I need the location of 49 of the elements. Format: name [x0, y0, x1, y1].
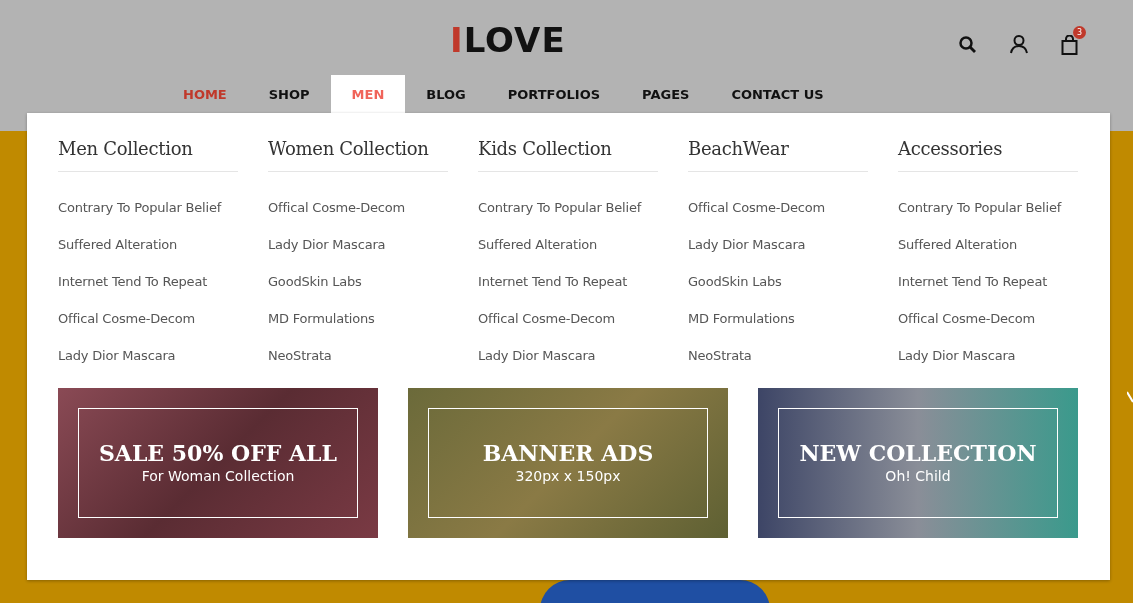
- search-icon[interactable]: [958, 34, 977, 54]
- menu-link[interactable]: Offical Cosme-Decom: [268, 198, 448, 235]
- menu-link[interactable]: Offical Cosme-Decom: [688, 198, 868, 235]
- banner-subtitle: Oh! Child: [885, 466, 951, 486]
- column-title: BeachWear: [688, 138, 868, 172]
- menu-link[interactable]: Lady Dior Mascara: [58, 346, 238, 383]
- column-title: Men Collection: [58, 138, 238, 172]
- menu-link[interactable]: Internet Tend To Repeat: [898, 272, 1078, 309]
- cart-icon[interactable]: [1061, 34, 1078, 55]
- menu-link[interactable]: GoodSkin Labs: [268, 272, 448, 309]
- nav-link[interactable]: PORTFOLIOS: [486, 75, 622, 113]
- nav-link[interactable]: CONTACT US: [710, 75, 845, 113]
- banner-subtitle: For Woman Collection: [141, 466, 295, 486]
- banner-photo-placeholder[interactable]: NEW COLLECTION Oh! Child: [758, 388, 1078, 538]
- banner-title: BANNER ADS: [482, 439, 654, 466]
- banner-photo-placeholder[interactable]: SALE 50% OFF ALL For Woman Collection: [58, 388, 378, 538]
- banner-title: NEW COLLECTION: [799, 439, 1037, 466]
- cart-count-badge: 3: [1073, 26, 1086, 39]
- menu-link[interactable]: Suffered Alteration: [478, 235, 658, 272]
- menu-link[interactable]: Contrary To Popular Belief: [898, 198, 1078, 235]
- column-title: Accessories: [898, 138, 1078, 172]
- menu-link[interactable]: MD Formulations: [688, 309, 868, 346]
- banner-photo-placeholder[interactable]: BANNER ADS 320px x 150px: [408, 388, 728, 538]
- nav-link[interactable]: SHOP: [247, 75, 331, 113]
- menu-link[interactable]: NeoStrata: [268, 346, 448, 383]
- menu-link[interactable]: GoodSkin Labs: [688, 272, 868, 309]
- nav-link[interactable]: BLOG: [405, 75, 487, 113]
- menu-link[interactable]: Offical Cosme-Decom: [58, 309, 238, 346]
- logo[interactable]: I LOVE: [450, 20, 566, 60]
- menu-link[interactable]: Offical Cosme-Decom: [898, 309, 1078, 346]
- nav-link[interactable]: PAGES: [621, 75, 711, 113]
- menu-link[interactable]: Suffered Alteration: [898, 235, 1078, 272]
- menu-link[interactable]: Lady Dior Mascara: [478, 346, 658, 383]
- menu-link[interactable]: Internet Tend To Repeat: [58, 272, 238, 309]
- menu-link[interactable]: Lady Dior Mascara: [898, 346, 1078, 383]
- menu-link[interactable]: Contrary To Popular Belief: [58, 198, 238, 235]
- banner-title: SALE 50% OFF ALL: [98, 439, 338, 466]
- menu-link[interactable]: MD Formulations: [268, 309, 448, 346]
- menu-link[interactable]: Contrary To Popular Belief: [478, 198, 658, 235]
- column-title: Women Collection: [268, 138, 448, 172]
- column-title: Kids Collection: [478, 138, 658, 172]
- banner-subtitle: 320px x 150px: [515, 466, 621, 486]
- user-icon[interactable]: [1009, 34, 1029, 54]
- menu-link[interactable]: Internet Tend To Repeat: [478, 272, 658, 309]
- menu-link[interactable]: Suffered Alteration: [58, 235, 238, 272]
- menu-link[interactable]: Offical Cosme-Decom: [478, 309, 658, 346]
- menu-link[interactable]: Lady Dior Mascara: [688, 235, 868, 272]
- menu-link[interactable]: NeoStrata: [688, 346, 868, 383]
- menu-link[interactable]: Lady Dior Mascara: [268, 235, 448, 272]
